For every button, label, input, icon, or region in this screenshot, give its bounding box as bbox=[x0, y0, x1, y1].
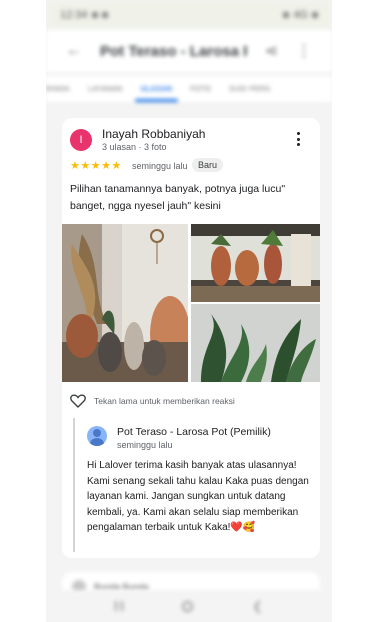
tab-services[interactable]: LAYANAN bbox=[88, 80, 122, 99]
phone-screen: 12:34 4G ← Pot Teraso - Larosa Pot ⋖ ⋮ R… bbox=[46, 0, 332, 622]
recent-apps-icon[interactable] bbox=[115, 601, 124, 611]
status-right: 4G bbox=[283, 9, 318, 21]
tab-updates[interactable]: SUDI PERS bbox=[229, 80, 270, 99]
tab-overview[interactable]: RINGK bbox=[46, 80, 70, 99]
owner-reply-text: Hi Lalover terima kasih banyak atas ulas… bbox=[87, 460, 309, 533]
reviewer-meta: 3 ulasan · 3 foto bbox=[102, 142, 167, 152]
reaction-hint: Tekan lama untuk memberikan reaksi bbox=[94, 396, 235, 406]
app-bar: ← Pot Teraso - Larosa Pot ⋖ ⋮ bbox=[46, 30, 332, 72]
status-time: 12:34 bbox=[60, 9, 88, 21]
review-photo[interactable] bbox=[191, 224, 320, 302]
review-time: seminggu lalu bbox=[132, 161, 188, 171]
status-left: 12:34 bbox=[60, 9, 108, 21]
review-photo[interactable] bbox=[191, 304, 320, 382]
share-icon[interactable]: ⋖ bbox=[265, 41, 278, 61]
home-icon[interactable] bbox=[182, 600, 194, 612]
tab-reviews[interactable]: ULASAN bbox=[134, 80, 178, 102]
review-photos bbox=[62, 224, 320, 382]
more-vert-icon[interactable] bbox=[292, 131, 304, 147]
signal-icon bbox=[283, 12, 290, 18]
tab-photos[interactable]: FOTO bbox=[190, 80, 211, 99]
tab-bar: RINGK LAYANAN ULASAN FOTO SUDI PERS bbox=[46, 76, 332, 104]
owner-reply: Pot Teraso - Larosa Pot (Pemilik) seming… bbox=[73, 418, 317, 552]
reviewer-name[interactable]: Inayah Robbaniyah bbox=[102, 127, 205, 141]
notification-icon bbox=[101, 12, 108, 18]
arrow-left-icon[interactable]: ← bbox=[66, 42, 82, 60]
reviewer-avatar[interactable]: I bbox=[70, 129, 92, 151]
new-badge: Baru bbox=[192, 158, 224, 172]
star-rating: ★★★★★ bbox=[70, 160, 122, 172]
reaction-row[interactable]: Tekan lama untuk memberikan reaksi bbox=[70, 394, 235, 408]
heart-icon[interactable] bbox=[70, 394, 86, 408]
back-icon[interactable]: ❮ bbox=[252, 599, 262, 613]
notification-icon bbox=[91, 12, 98, 18]
more-vert-icon[interactable]: ⋮ bbox=[296, 41, 312, 61]
network-label: 4G bbox=[293, 9, 308, 21]
review-text: Pilihan tanamannya banyak, potnya juga l… bbox=[70, 183, 286, 212]
owner-reply-time: seminggu lalu bbox=[117, 440, 173, 450]
review-card: I Inayah Robbaniyah 3 ulasan · 3 foto ★★… bbox=[62, 118, 320, 558]
review-photo[interactable] bbox=[62, 224, 188, 382]
page-title: Pot Teraso - Larosa Pot bbox=[100, 42, 247, 60]
status-bar: 12:34 4G bbox=[46, 0, 332, 30]
system-nav-bar: ❮ bbox=[46, 590, 332, 622]
battery-icon bbox=[312, 12, 318, 18]
owner-name: Pot Teraso - Larosa Pot (Pemilik) bbox=[117, 426, 271, 438]
owner-avatar bbox=[87, 426, 107, 446]
